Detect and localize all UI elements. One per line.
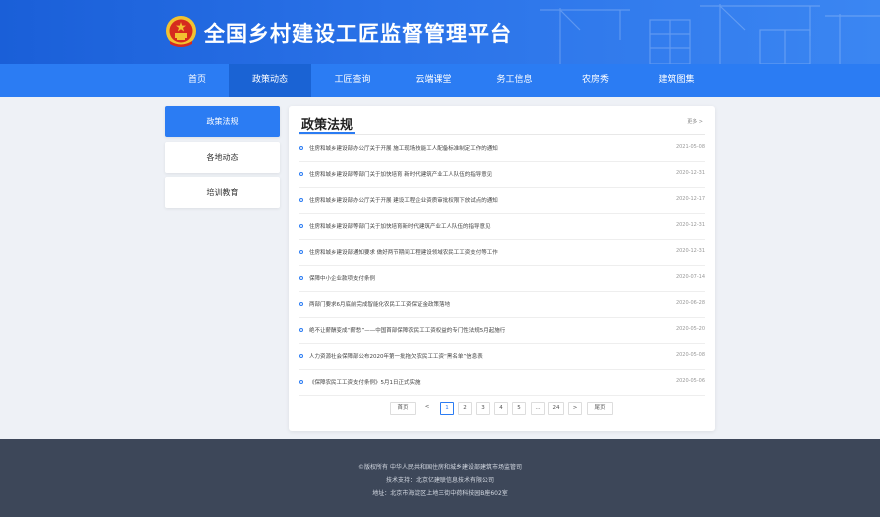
sidebar-item-training[interactable]: 培训教育 — [165, 177, 280, 208]
news-row[interactable]: 住房和城乡建设部等部门关于加快培育 新时代建筑产业工人队伍的指导意见 2020-… — [299, 162, 705, 188]
panel-divider — [299, 134, 705, 135]
policy-list-panel: 政策法规 更多 > 住房和城乡建设部办公厅关于开展 施工现场技能工人配备标准制定… — [289, 106, 715, 431]
news-title[interactable]: 人力资源社会保障部公布2020年第一批拖欠农民工工资“黑名单”信息表 — [309, 352, 483, 360]
news-row[interactable]: 住房和城乡建设部等部门关于加快培育新时代建筑产业工人队伍的指导意见 2020-1… — [299, 214, 705, 240]
nav-item-building-atlas[interactable]: 建筑图集 — [636, 64, 717, 97]
bullet-icon — [299, 250, 303, 254]
news-date: 2020-12-31 — [675, 248, 705, 254]
header-banner: 全国乡村建设工匠监督管理平台 — [0, 0, 880, 64]
bullet-icon — [299, 172, 303, 176]
news-title[interactable]: 住房和城乡建设部等部门关于加快培育 新时代建筑产业工人队伍的指导意见 — [309, 170, 492, 178]
bullet-icon — [299, 146, 303, 150]
news-row[interactable]: 住房和城乡建设部办公厅关于开展 施工现场技能工人配备标准制定工作的通知 2021… — [299, 136, 705, 162]
pagination-page[interactable]: 1 — [440, 402, 454, 415]
news-title[interactable]: 住房和城乡建设部办公厅关于开展 建设工程企业资质审批权限下放试点的通知 — [309, 196, 498, 204]
pagination-page[interactable]: 2 — [458, 402, 472, 415]
sidebar-item-regional-news[interactable]: 各地动态 — [165, 142, 280, 173]
news-row[interactable]: 两部门要求6月底前完成智能化农民工工资保证金政策落地 2020-06-28 — [299, 292, 705, 318]
news-date: 2020-05-20 — [675, 326, 705, 332]
more-link[interactable]: 更多 > — [687, 118, 703, 125]
main-nav: 首页 政策动态 工匠查询 云端课堂 务工信息 农房秀 建筑图集 — [0, 64, 880, 97]
pagination-page[interactable]: 4 — [494, 402, 508, 415]
news-date: 2021-05-08 — [675, 144, 705, 150]
nav-item-home[interactable]: 首页 — [166, 64, 228, 97]
bullet-icon — [299, 354, 303, 358]
pagination-first[interactable]: 首页 — [390, 402, 416, 415]
bullet-icon — [299, 224, 303, 228]
news-row[interactable]: 人力资源社会保障部公布2020年第一批拖欠农民工工资“黑名单”信息表 2020-… — [299, 344, 705, 370]
news-title[interactable]: 保障中小企业款项支付条例 — [309, 274, 375, 282]
footer-tech-support: 技术支持：北京亿建联信息技术有限公司 — [385, 477, 494, 484]
bullet-icon — [299, 276, 303, 280]
news-title[interactable]: 两部门要求6月底前完成智能化农民工工资保证金政策落地 — [309, 300, 450, 308]
nav-item-farmhouse-show[interactable]: 农房秀 — [555, 64, 636, 97]
news-date: 2020-05-08 — [675, 352, 705, 358]
nav-item-policy-news[interactable]: 政策动态 — [229, 64, 311, 97]
news-title[interactable]: 住房和城乡建设部通知要求 做好两节期间工程建设领域农民工工资支付等工作 — [309, 248, 498, 256]
news-date: 2020-12-31 — [675, 222, 705, 228]
news-date: 2020-12-17 — [675, 196, 705, 202]
pagination-next[interactable]: > — [568, 402, 582, 415]
sidebar-item-policies[interactable]: 政策法规 — [165, 106, 280, 137]
news-date: 2020-05-06 — [675, 378, 705, 384]
construction-skyline-decoration — [540, 4, 880, 64]
pagination-ellipsis: ... — [531, 402, 545, 415]
news-title[interactable]: 住房和城乡建设部等部门关于加快培育新时代建筑产业工人队伍的指导意见 — [309, 222, 491, 230]
news-title[interactable]: 《保障农民工工资支付条例》5月1日正式实施 — [309, 378, 421, 386]
bullet-icon — [299, 328, 303, 332]
pagination-last[interactable]: 尾页 — [587, 402, 613, 415]
news-date: 2020-06-28 — [675, 300, 705, 306]
nav-item-cloud-classroom[interactable]: 云端课堂 — [393, 64, 474, 97]
footer-address: 地址：北京市海淀区上地三街中荷科技园B座602室 — [372, 490, 508, 497]
pagination-page[interactable]: 5 — [512, 402, 526, 415]
pagination-last-page[interactable]: 24 — [548, 402, 564, 415]
news-date: 2020-07-14 — [675, 274, 705, 280]
news-row[interactable]: 绝不让薪酬变成“薪愁”——中国首部保障农民工工资权益的专门性法规5月起施行 20… — [299, 318, 705, 344]
site-title: 全国乡村建设工匠监督管理平台 — [204, 22, 512, 46]
panel-title-underline — [299, 132, 355, 134]
bullet-icon — [299, 380, 303, 384]
news-row[interactable]: 《保障农民工工资支付条例》5月1日正式实施 2020-05-06 — [299, 370, 705, 396]
footer-copyright: ©版权所有 中华人民共和国住房和城乡建设部建筑市场监管司 — [358, 464, 522, 471]
news-row[interactable]: 住房和城乡建设部通知要求 做好两节期间工程建设领域农民工工资支付等工作 2020… — [299, 240, 705, 266]
bullet-icon — [299, 302, 303, 306]
panel-title: 政策法规 — [301, 118, 354, 133]
news-row[interactable]: 住房和城乡建设部办公厅关于开展 建设工程企业资质审批权限下放试点的通知 2020… — [299, 188, 705, 214]
news-row[interactable]: 保障中小企业款项支付条例 2020-07-14 — [299, 266, 705, 292]
news-title[interactable]: 住房和城乡建设部办公厅关于开展 施工现场技能工人配备标准制定工作的通知 — [309, 144, 498, 152]
footer: ©版权所有 中华人民共和国住房和城乡建设部建筑市场监管司 技术支持：北京亿建联信… — [0, 439, 880, 517]
national-emblem-icon — [166, 16, 196, 47]
pagination-page[interactable]: 3 — [476, 402, 490, 415]
nav-item-craftsman-search[interactable]: 工匠查询 — [312, 64, 393, 97]
news-date: 2020-12-31 — [675, 170, 705, 176]
pagination-prev[interactable]: < — [421, 402, 433, 415]
bullet-icon — [299, 198, 303, 202]
nav-item-job-info[interactable]: 务工信息 — [474, 64, 555, 97]
news-title[interactable]: 绝不让薪酬变成“薪愁”——中国首部保障农民工工资权益的专门性法规5月起施行 — [309, 326, 505, 334]
